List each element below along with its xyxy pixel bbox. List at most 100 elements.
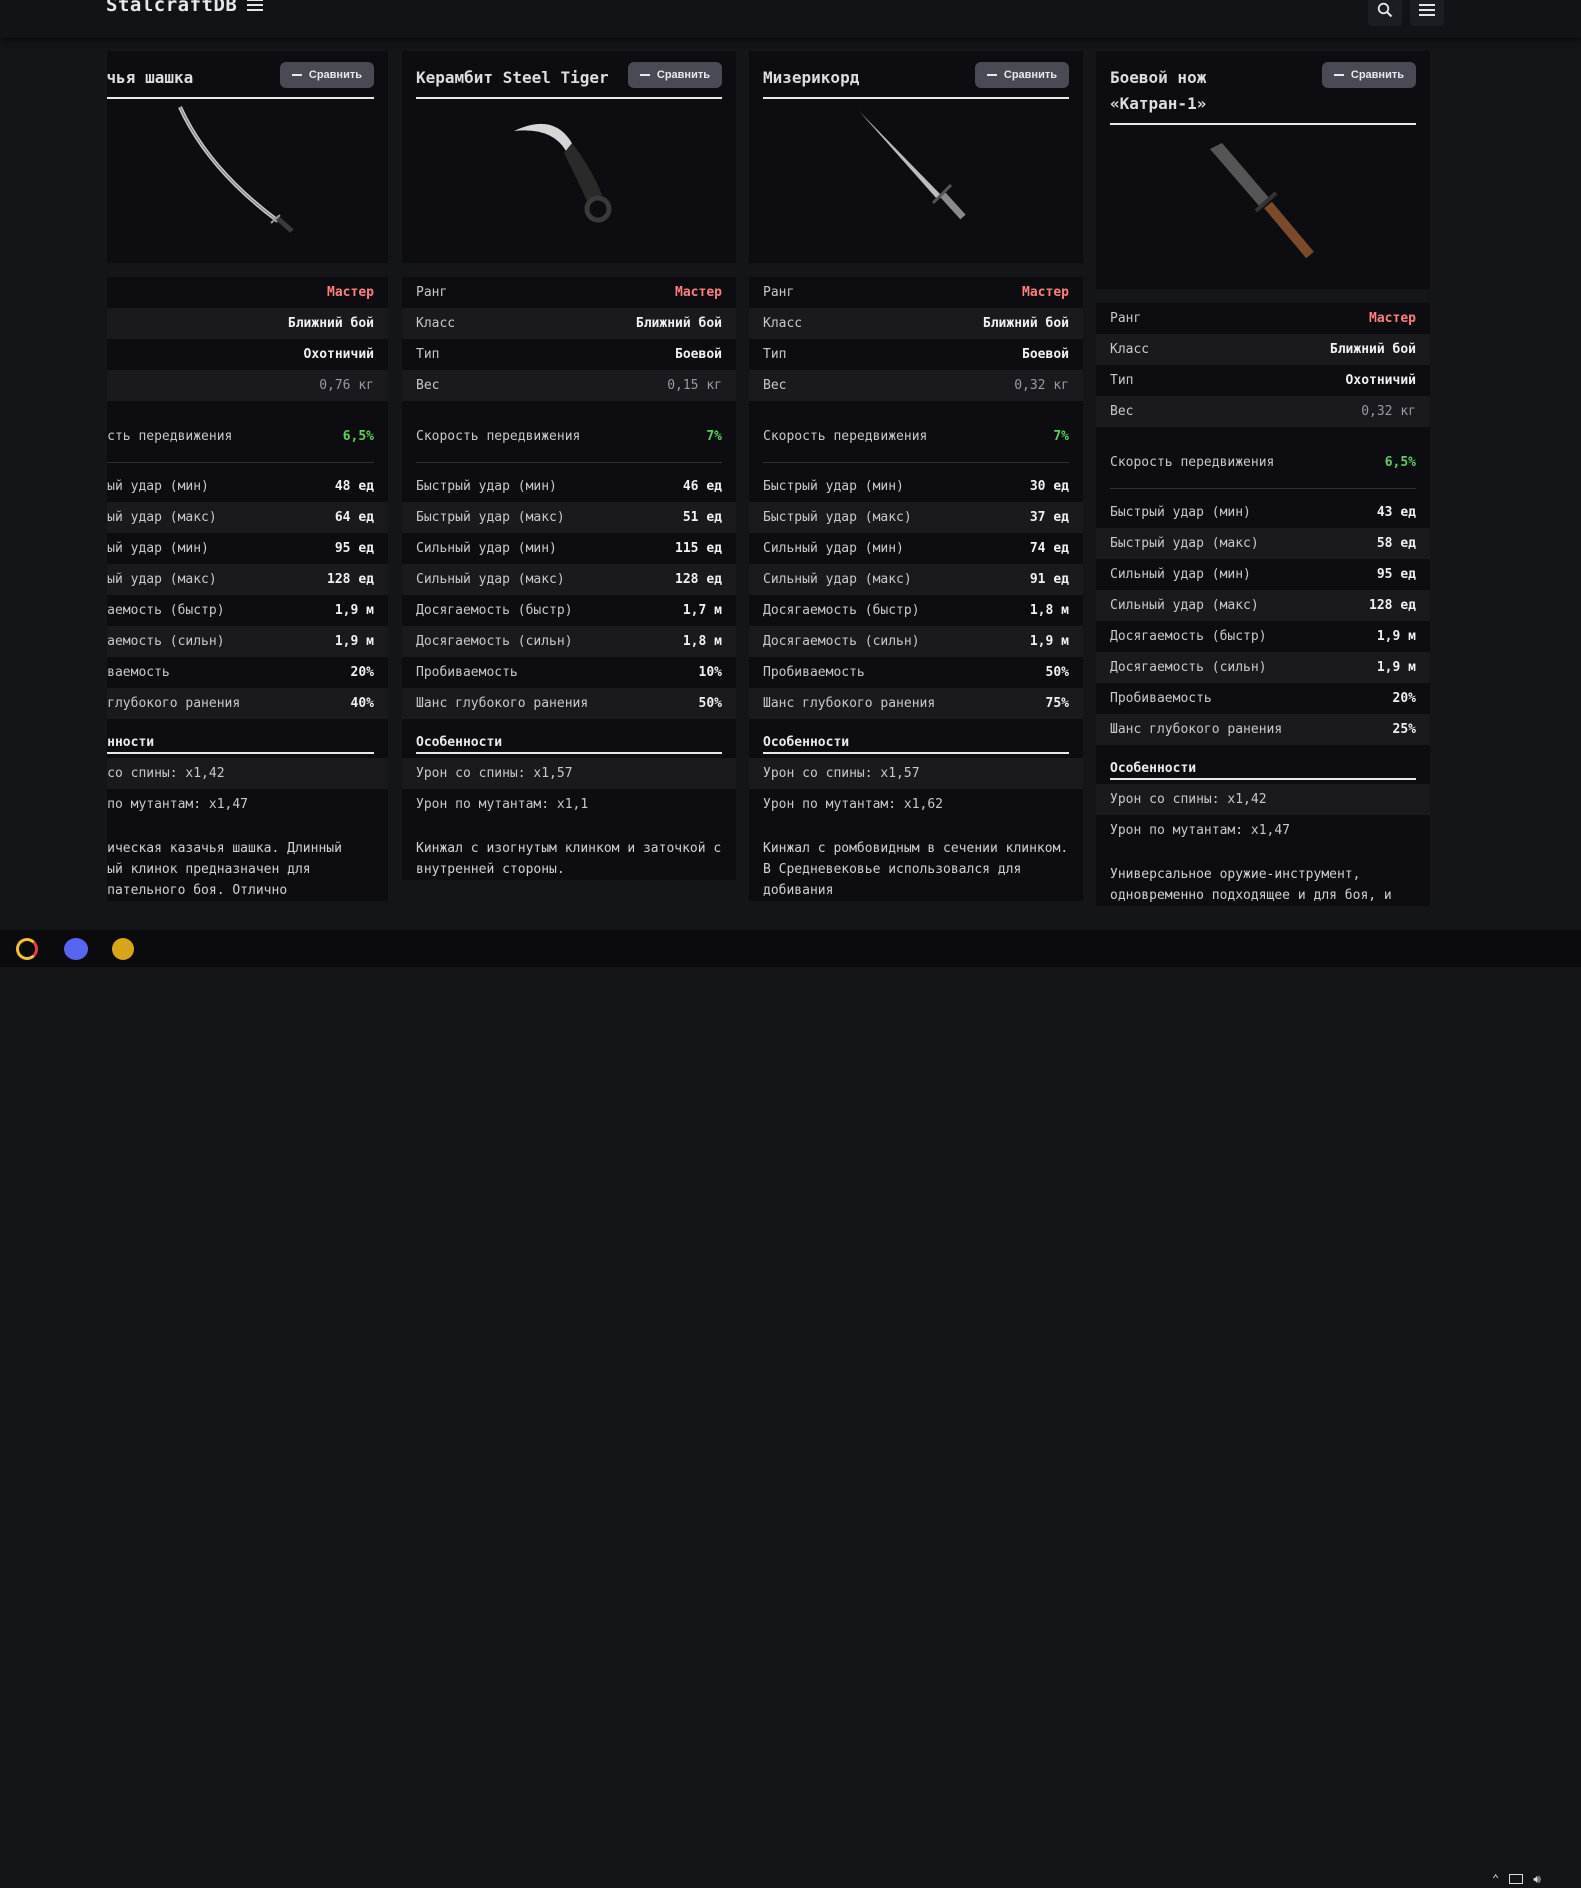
minus-icon [291,74,302,76]
stat-fast-min: Быстрый удар (мин) 43 ед [1110,505,1416,520]
compare-button[interactable]: Сравнить [1321,62,1416,88]
stat-fast-max: Быстрый удар (макс) 37 ед [749,502,1083,533]
stat-strong-max: Сильный удар (макс)128 ед [1096,590,1430,621]
minus-icon [639,74,650,76]
stat-reach-strong: Досягаемость (сильн)1,9 м [749,626,1083,657]
combat-stats: Скорость передвижения6,5% Быстрый удар (… [1096,427,1430,745]
stat-speed: Скорость передвижения 7% [402,409,736,463]
feature-item: Урон со спины: x1,57 [402,758,736,789]
search-button[interactable] [1368,0,1402,26]
feature-item: Урон по мутантам: x1,47 [107,797,249,812]
stat-fast-min: Быстрый удар (мин) 30 ед [763,479,1069,494]
stat-weight: Вес0,76 кг [107,370,388,401]
minus-icon [986,74,997,76]
stat-pierce: Пробиваемость20% [1110,691,1416,706]
card-header: Боевой нож «Катран-1» Сравнить [1096,51,1430,289]
stat-bleed: Шанс глубокого ранения40% [107,688,388,719]
stat-rank: РангМастер [416,285,722,300]
menu-button[interactable] [1410,0,1444,26]
stat-reach-strong: Досягаемость (сильн)1,9 м [107,626,388,657]
stat-type: Тип Боевой [416,347,722,362]
stat-strong-min: Сильный удар (мин)95 ед [1110,567,1416,582]
combat-stats: Скорость передвижения 7% Быстрый удар (ми… [749,401,1083,719]
stats-table: РангМастер КлассБлижний бой ТипОхотничий… [1096,303,1430,427]
stat-strong-min: Сильный удар (мин)95 ед [107,541,374,556]
stat-strong-max: Сильный удар (макс)128 ед [402,564,736,595]
compare-button[interactable]: Сравнить [974,62,1069,88]
weapon-card: Казачья шашка Сравнить РангМастер КлассБ… [107,51,388,901]
stat-reach-fast: Досягаемость (быстр) 1,7 м [416,603,722,618]
stat-rank: РангМастер [1110,311,1416,326]
stat-reach-fast: Досягаемость (быстр) 1,8 м [763,603,1069,618]
feature-item: Урон по мутантам: x1,62 [763,797,944,812]
logo-text: StalcraftDB [106,0,238,16]
stat-reach-strong: Досягаемость (сильн) 1,8 м [402,626,736,657]
stats-table: Ранг Мастер Класс Ближний бой Тип Боевой Ве… [749,277,1083,401]
card-header: Керамбит Steel Tiger Сравнить [402,51,736,263]
stats-table: Ранг Мастер Класс Ближний бой Тип Боевой Ве… [402,277,736,401]
stat-bleed: Шанс глубокого ранения 25% [1096,714,1430,745]
network-icon[interactable] [1509,1874,1524,1884]
features-section: Особенности Урон со спины: x1,57 Урон по… [749,719,1083,901]
compare-button[interactable]: Сравнить [279,62,374,88]
features-heading: Особенности [763,727,1069,754]
weapon-description: Универсальное оружие-инструмент, одновре… [1110,867,1392,903]
features-heading: Особенности [1110,753,1416,780]
stat-type: ТипОхотничий [1110,373,1416,388]
feature-item: Урон со спины: x1,42 [107,758,388,789]
features-heading: Особенности [416,727,722,754]
volume-icon[interactable]: 🔊︎ [1533,1872,1541,1887]
weapon-image [107,99,374,249]
stat-reach-strong: Досягаемость (сильн)1,9 м [1096,652,1430,683]
weapon-description: Классическая казачья шашка. Длинный тяже… [107,841,342,898]
radiation-icon[interactable] [112,938,134,960]
stat-class: КлассБлижний бой [1096,334,1430,365]
discord-icon[interactable] [64,938,88,960]
compare-label: Сравнить [1003,69,1057,81]
weapon-image [416,99,722,249]
weapon-description: Кинжал с изогнутым клинком и заточкой с … [416,841,722,877]
feature-item: Урон по мутантам: x1,47 [1110,823,1291,838]
stat-class: КлассБлижний бой [402,308,736,339]
weapon-card: Мизерикорд Сравнить Ранг Мастер Класс Ближ… [749,51,1083,901]
weapon-description: Кинжал с ромбовидным в сечении клинком. … [763,841,1069,898]
stat-speed: Скорость передвижения6,5% [1096,435,1430,489]
stat-reach-fast: Досягаемость (быстр)1,9 м [107,603,374,618]
features-section: Особенности Урон со спины: x1,57 Урон по… [402,719,736,880]
feature-item: Урон со спины: x1,42 [1096,784,1430,815]
chevron-up-icon[interactable]: ⌃ [1492,1872,1499,1886]
system-tray: ⌃ 🔊︎ [1492,1870,1541,1888]
stat-weight: Вес 0,32 кг [1096,396,1430,427]
feature-item: Урон по мутантам: x1,1 [416,797,589,812]
stat-strong-max: Сильный удар (макс) 91 ед [749,564,1083,595]
features-section: Особенности Урон со спины: x1,42 Урон по… [107,719,388,901]
stat-fast-max: Быстрый удар (макс)64 ед [107,502,388,533]
features-section: Особенности Урон со спины: x1,42 Урон по… [1096,745,1430,906]
weapon-image [1110,125,1416,275]
compare-button[interactable]: Сравнить [627,62,722,88]
app-icon-1[interactable] [16,938,38,960]
stat-type: ТипОхотничий [303,347,374,362]
stat-class: КлассБлижний бой [749,308,1083,339]
stat-rank: РангМастер [763,285,1069,300]
stat-reach-fast: Досягаемость (быстр)1,9 м [1110,629,1416,644]
compare-label: Сравнить [1350,69,1404,81]
card-header: Казачья шашка Сравнить [107,51,388,263]
stat-fast-max: Быстрый удар (макс) 58 ед [1096,528,1430,559]
stat-rank: РангМастер [327,285,374,300]
stat-pierce: Пробиваемость 10% [416,665,722,680]
combat-stats: Скорость передвижения 7% Быстрый удар (ми… [402,401,736,719]
weapon-image [763,99,1069,249]
stat-class: КлассБлижний бой [107,308,388,339]
stat-pierce: Пробиваемость 50% [763,665,1069,680]
compare-area: Казачья шашка Сравнить РангМастер КлассБ… [107,38,1447,930]
stat-strong-min: Сильный удар (мин) 74 ед [763,541,1069,556]
top-bar: StalcraftDB [0,0,1581,38]
site-logo[interactable]: StalcraftDB [106,0,264,16]
stat-weight: Вес 0,32 кг [749,370,1083,401]
stat-fast-max: Быстрый удар (макс) 51 ед [402,502,736,533]
combat-stats: Скорость передвижения6,5% Быстрый удар (… [107,401,388,719]
stat-strong-max: Сильный удар (макс)128 ед [107,564,388,595]
weapon-card: Керамбит Steel Tiger Сравнить Ранг Мастер… [402,51,736,880]
stats-table: РангМастер КлассБлижний бой ТипОхотничий… [107,277,388,401]
